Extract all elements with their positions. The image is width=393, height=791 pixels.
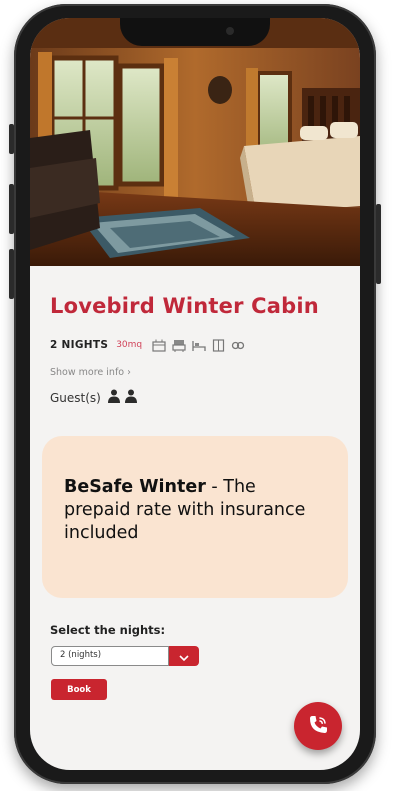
nights-count: 2 NIGHTS bbox=[50, 339, 109, 351]
select-nights-label: Select the nights: bbox=[50, 623, 166, 637]
camera-icon bbox=[226, 27, 234, 35]
phone-volume-down-button bbox=[9, 249, 14, 299]
promo-text: BeSafe Winter - The prepaid rate with in… bbox=[64, 476, 324, 545]
phone-call-icon bbox=[306, 713, 330, 740]
guest-icons bbox=[107, 388, 137, 407]
promo-card: BeSafe Winter - The prepaid rate with in… bbox=[42, 436, 348, 598]
person-icon bbox=[107, 388, 120, 407]
show-more-info-link[interactable]: Show more info › bbox=[50, 367, 131, 378]
kitchen-icon bbox=[152, 339, 166, 352]
parking-icon bbox=[231, 339, 245, 352]
amenity-icons bbox=[152, 338, 245, 352]
chevron-down-icon bbox=[179, 647, 189, 666]
person-icon bbox=[124, 388, 137, 407]
bathtub-icon bbox=[172, 339, 186, 352]
phone-notch bbox=[120, 18, 270, 46]
phone-volume-up-button bbox=[9, 184, 14, 234]
phone-screen: Lovebird Winter Cabin 2 NIGHTS 30mq Show… bbox=[30, 18, 360, 770]
listing-content: Lovebird Winter Cabin 2 NIGHTS 30mq Show… bbox=[30, 266, 360, 770]
nights-select-value[interactable]: 2 (nights) bbox=[51, 646, 169, 666]
nights-select[interactable]: 2 (nights) bbox=[51, 646, 201, 666]
phone-power-button bbox=[376, 204, 381, 284]
nights-select-toggle[interactable] bbox=[169, 646, 199, 666]
listing-title: Lovebird Winter Cabin bbox=[50, 294, 319, 318]
cabin-hero-image bbox=[30, 18, 360, 266]
phone-frame: Lovebird Winter Cabin 2 NIGHTS 30mq Show… bbox=[9, 4, 381, 784]
guests-row: Guest(s) bbox=[50, 388, 137, 407]
promo-title: BeSafe Winter bbox=[64, 477, 206, 497]
call-button[interactable] bbox=[294, 702, 342, 750]
bed-icon bbox=[192, 339, 206, 352]
phone-side-button bbox=[9, 124, 14, 154]
book-button[interactable]: Book bbox=[51, 679, 107, 700]
room-area: 30mq bbox=[116, 340, 143, 350]
listing-meta-row: 2 NIGHTS 30mq bbox=[50, 336, 245, 354]
wardrobe-icon bbox=[212, 338, 225, 352]
guests-label: Guest(s) bbox=[50, 390, 101, 405]
